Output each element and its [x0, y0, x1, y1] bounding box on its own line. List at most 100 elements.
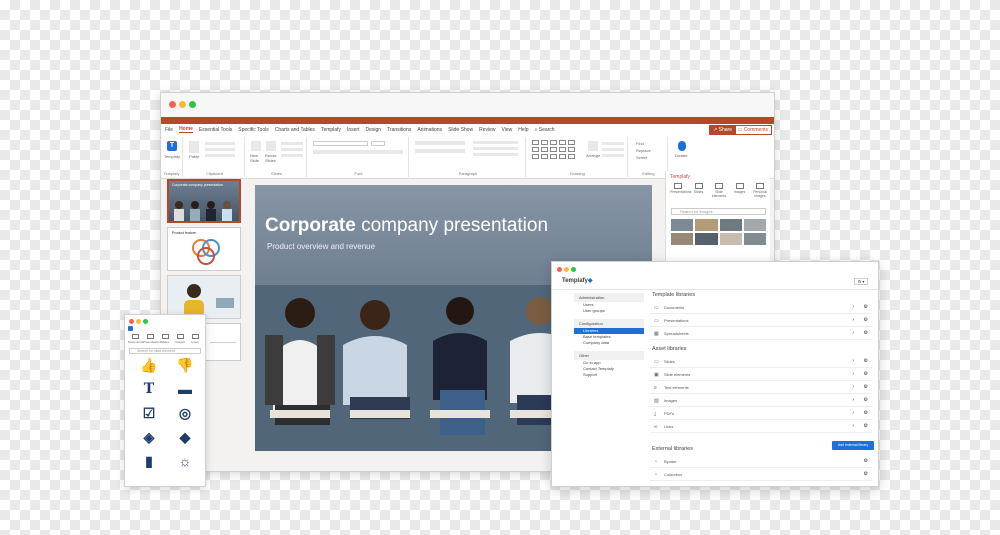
chevron-right-icon[interactable]: ›	[852, 397, 854, 403]
presentations-category[interactable]: Presentations	[143, 334, 161, 344]
chevron-right-icon[interactable]: ›	[852, 410, 854, 416]
image-result[interactable]	[695, 233, 718, 245]
find-button[interactable]: Find	[636, 141, 644, 146]
copy-button[interactable]	[205, 148, 235, 151]
tab-charts-and-tables[interactable]: Charts and Tables	[275, 127, 315, 133]
align-buttons[interactable]	[415, 149, 465, 153]
library-row-slide-elements[interactable]: ▣ Slide elements › ⚙	[650, 368, 872, 381]
library-row-documents[interactable]: ▭ Documents › ⚙	[650, 301, 872, 314]
tab-essential-tools[interactable]: Essential Tools	[199, 127, 232, 133]
slides-category[interactable]: Slides	[158, 334, 172, 344]
image-result[interactable]	[743, 233, 766, 245]
gear-icon[interactable]: ⚙	[864, 358, 868, 364]
reset-button[interactable]	[281, 148, 303, 151]
slide-thumbnail-1[interactable]: Corporate company presentation	[167, 179, 241, 223]
chevron-right-icon[interactable]: ›	[852, 371, 854, 377]
image-result[interactable]	[743, 219, 766, 231]
list-buttons[interactable]	[415, 141, 465, 145]
arrange-icon[interactable]	[588, 141, 598, 151]
target-icon[interactable]: ◎	[167, 405, 203, 422]
image-result[interactable]	[671, 233, 694, 245]
templafy-logo-icon[interactable]: T	[167, 141, 177, 151]
library-row-text-elements[interactable]: ≡ Text elements › ⚙	[650, 381, 872, 394]
cut-button[interactable]	[205, 142, 235, 145]
library-row-spreadsheets[interactable]: ▦ Spreadsheets › ⚙	[650, 327, 872, 340]
shape-outline-button[interactable]	[602, 148, 624, 151]
thumbs-down-icon[interactable]: 👎	[167, 357, 203, 374]
slide-title[interactable]: Corporate company presentation	[265, 215, 548, 237]
maximize-window-button[interactable]	[189, 101, 196, 108]
font-size-select[interactable]	[371, 141, 385, 146]
gear-icon[interactable]: ⚙	[864, 317, 868, 323]
paste-icon[interactable]	[189, 141, 199, 153]
checkbox-icon[interactable]: ☑	[131, 405, 167, 422]
gear-icon[interactable]: ⚙	[864, 384, 868, 390]
layout-button[interactable]	[281, 142, 303, 145]
library-row-slides[interactable]: ▭ Slides › ⚙	[650, 355, 872, 368]
tab-insert[interactable]: Insert	[347, 127, 360, 133]
text-icon[interactable]: T	[131, 381, 167, 398]
shapes-gallery[interactable]	[532, 140, 584, 162]
image-result[interactable]	[671, 219, 694, 231]
minimize-window-button[interactable]	[179, 101, 186, 108]
tab-review[interactable]: Review	[479, 127, 495, 133]
chevron-right-icon[interactable]: ›	[852, 358, 854, 364]
gear-icon[interactable]: ⚙	[864, 458, 868, 464]
sidebar-item-company-data[interactable]: Company data	[574, 340, 644, 346]
image-search-input[interactable]: Search for images	[671, 208, 766, 215]
image-result[interactable]	[695, 219, 718, 231]
close-window-button[interactable]	[557, 267, 562, 272]
close-window-button[interactable]	[129, 319, 134, 324]
gear-icon[interactable]: ⚙	[864, 410, 868, 416]
share-button[interactable]: ↗ Share	[709, 125, 736, 135]
personal-images-category[interactable]: Personal images	[752, 183, 768, 201]
convert-smartart-button[interactable]	[473, 153, 518, 156]
tab-animations[interactable]: Animations	[417, 127, 442, 133]
library-row-presentations[interactable]: ▭ Presentations › ⚙	[650, 314, 872, 327]
tab-transitions[interactable]: Transitions	[387, 127, 411, 133]
image-result[interactable]	[719, 219, 742, 231]
icons-category[interactable]: Icons	[188, 334, 202, 344]
presentations-category[interactable]: Presentations	[670, 183, 691, 201]
tab-slide-show[interactable]: Slide Show	[448, 127, 473, 133]
minimize-window-button[interactable]	[564, 267, 569, 272]
library-row-bynder[interactable]: ◔ Bynder ⚙	[650, 455, 872, 468]
chevron-right-icon[interactable]: ›	[852, 330, 854, 336]
slide-thumbnail-3[interactable]	[167, 275, 241, 319]
maximize-window-button[interactable]	[571, 267, 576, 272]
thumbs-up-icon[interactable]: 👍	[131, 357, 167, 374]
gear-icon[interactable]: ⚙	[864, 423, 868, 429]
slide-elements-category[interactable]: Slide elements	[711, 183, 727, 201]
library-row-colourbox[interactable]: ◔ Colourbox ⚙	[650, 468, 872, 481]
sidebar-item-user-groups[interactable]: User groups	[574, 308, 644, 314]
chevron-right-icon[interactable]: ›	[852, 384, 854, 390]
tab-specific-tools[interactable]: Specific Tools	[238, 127, 268, 133]
reuse-slides-icon[interactable]	[266, 141, 276, 151]
font-family-select[interactable]	[313, 141, 368, 146]
text-box-icon[interactable]: ▬	[167, 381, 203, 398]
close-window-button[interactable]	[169, 101, 176, 108]
slide-thumbnail-2[interactable]: Product feature	[167, 227, 241, 271]
font-format-buttons[interactable]	[313, 150, 403, 154]
maximize-window-button[interactable]	[143, 319, 148, 324]
sun-icon[interactable]: ☼	[167, 453, 203, 470]
slide-element-search-input[interactable]: Search for slide element	[129, 348, 201, 354]
library-row-pdfs[interactable]: ⤓ PDFs › ⚙	[650, 407, 872, 420]
tab-search[interactable]: ⌕ Search	[535, 127, 555, 133]
tags-icon[interactable]: ◈	[131, 429, 167, 446]
gear-icon[interactable]: ⚙	[864, 397, 868, 403]
chevron-right-icon[interactable]: ›	[852, 317, 854, 323]
images-category[interactable]: Images	[732, 183, 748, 201]
documents-category[interactable]: Documents	[128, 334, 143, 344]
tab-design[interactable]: Design	[365, 127, 381, 133]
microphone-icon[interactable]	[678, 141, 686, 151]
minimize-window-button[interactable]	[136, 319, 141, 324]
replace-button[interactable]: Replace	[636, 148, 651, 153]
chevron-right-icon[interactable]: ›	[852, 304, 854, 310]
tab-help[interactable]: Help	[518, 127, 528, 133]
comments-button[interactable]: ▭ Comments	[733, 125, 772, 135]
shape-effects-button[interactable]	[602, 154, 624, 157]
text-direction-button[interactable]	[473, 141, 518, 144]
image-result[interactable]	[719, 233, 742, 245]
gear-icon[interactable]: ⚙	[864, 304, 868, 310]
